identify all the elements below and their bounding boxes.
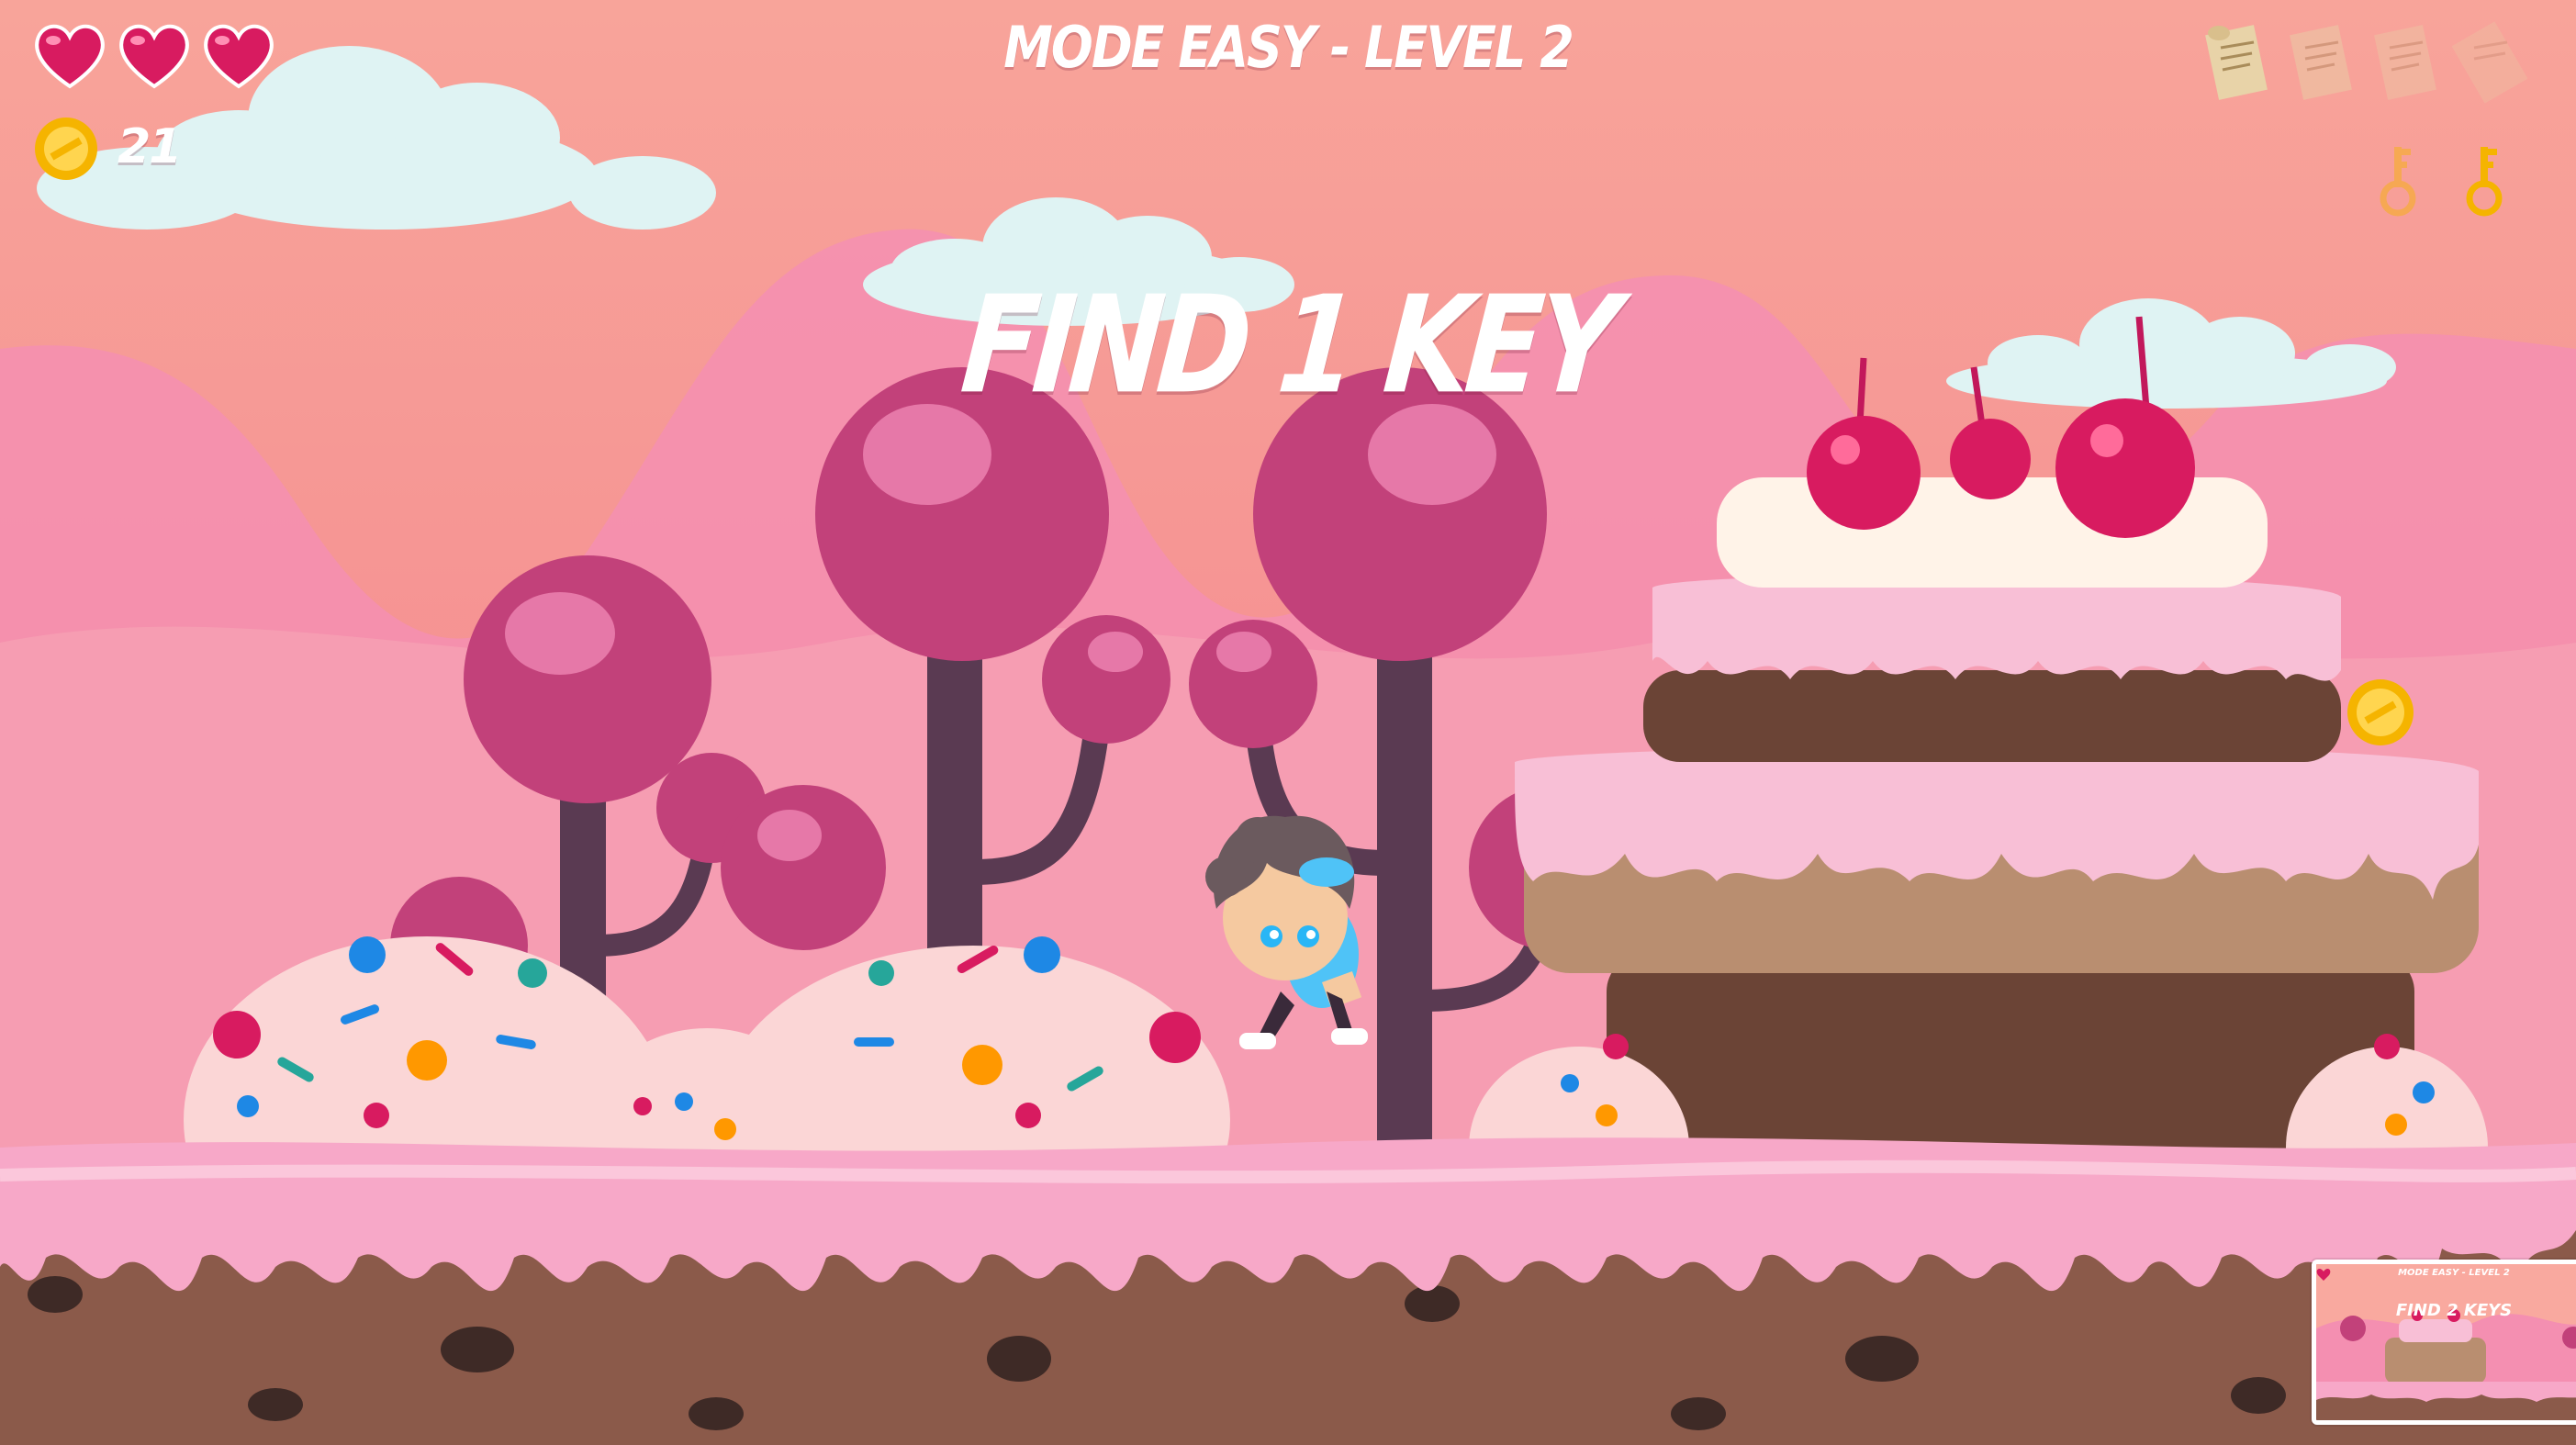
key-collection <box>2378 140 2504 217</box>
minimap-title: MODE EASY - LEVEL 2 <box>2398 1268 2510 1278</box>
scroll-icon <box>2452 21 2527 104</box>
key-icon <box>2466 147 2503 217</box>
game-stage[interactable]: 21 MODE EASY - LEVEL 2 FIND 1 KEY MODE E… <box>0 0 2576 1445</box>
scroll-icon <box>2205 25 2268 100</box>
minimap-objective: FIND 2 KEYS <box>2395 1301 2513 1320</box>
coin-icon <box>35 118 97 180</box>
frosted-ground <box>0 1137 2576 1445</box>
scroll-icon <box>2374 25 2436 100</box>
minimap-preview[interactable]: MODE EASY - LEVEL 2 FIND 2 KEYS <box>2312 1260 2576 1425</box>
game-scene <box>0 0 2576 1445</box>
scroll-collection <box>2199 20 2527 105</box>
key-icon <box>2380 147 2416 217</box>
scroll-icon <box>2290 25 2352 100</box>
minimap-scene <box>2316 1264 2576 1420</box>
level-title: MODE EASY - LEVEL 2 <box>1003 14 1574 81</box>
coin-count: 21 <box>118 119 182 174</box>
objective-text: FIND 1 KEY <box>956 266 1620 424</box>
coin-pickup <box>2347 679 2414 745</box>
